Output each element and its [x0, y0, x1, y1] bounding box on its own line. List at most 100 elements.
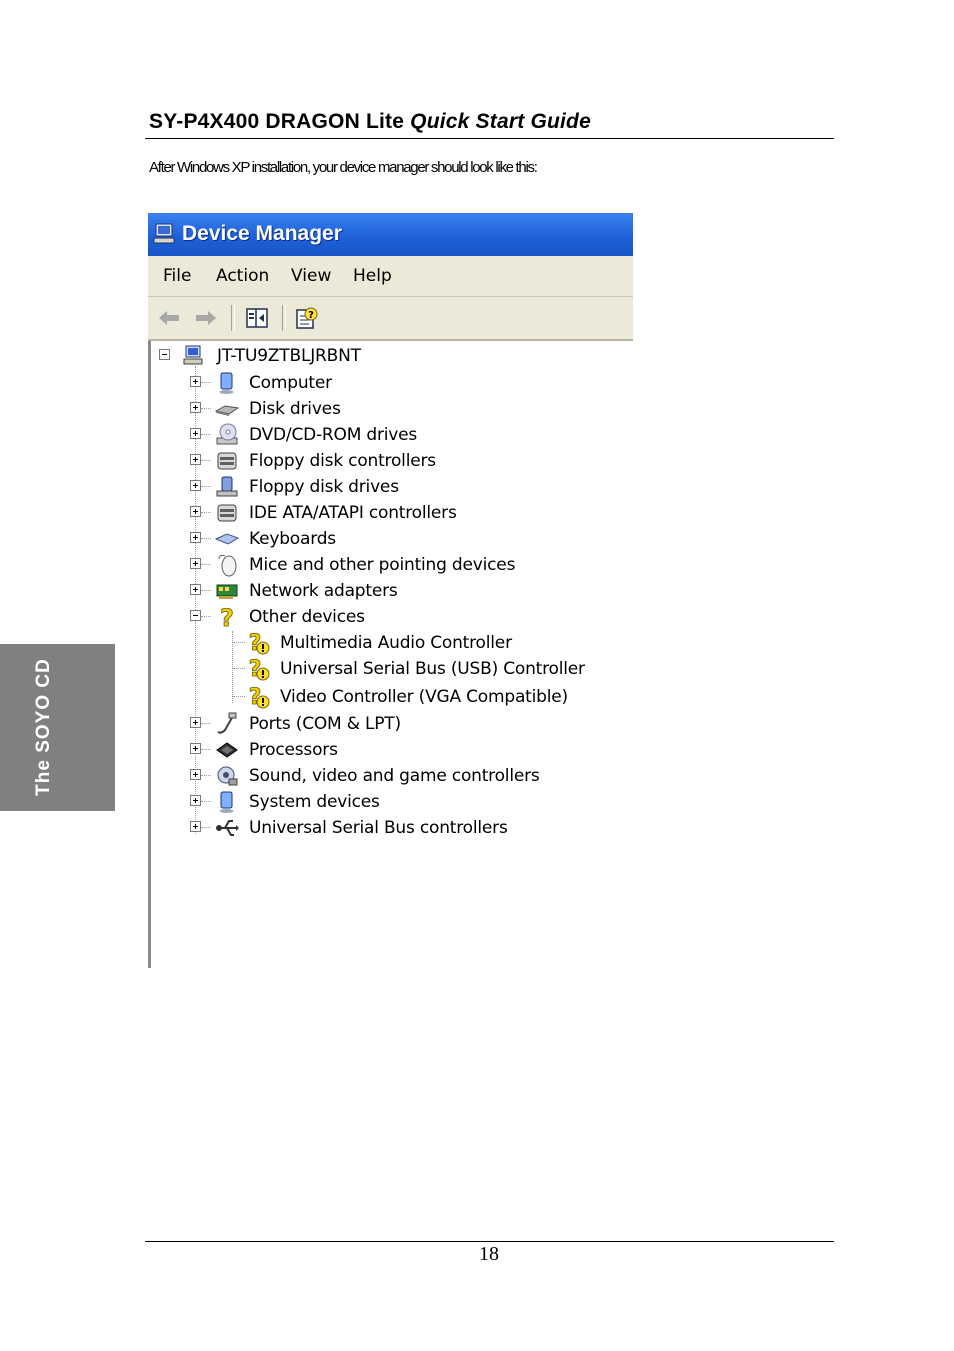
node-label: Ports (COM & LPT)	[249, 714, 401, 734]
expand-icon[interactable]	[190, 558, 201, 569]
expand-icon[interactable]	[190, 402, 201, 413]
expand-icon[interactable]	[190, 532, 201, 543]
menu-file[interactable]: File	[163, 266, 191, 286]
tree-line	[233, 696, 245, 697]
intro-text: After Windows XP installation, your devi…	[149, 159, 538, 176]
footer-divider	[145, 1241, 834, 1242]
expand-icon[interactable]	[190, 506, 201, 517]
node-label: Other devices	[249, 607, 365, 627]
menu-help[interactable]: Help	[353, 266, 392, 286]
tree-line	[201, 512, 211, 513]
expand-icon[interactable]	[190, 821, 201, 832]
port-icon	[217, 712, 237, 734]
header-title: SY-P4X400 DRAGON Lite Quick Start Guide	[149, 110, 591, 134]
toolbar-separator	[231, 305, 235, 331]
side-tab: The SOYO CD	[0, 644, 115, 811]
expand-icon[interactable]	[190, 769, 201, 780]
node-label: Disk drives	[249, 399, 341, 419]
node-label: DVD/CD-ROM drives	[249, 425, 418, 445]
node-label: Computer	[249, 373, 332, 393]
tree-line	[201, 408, 211, 409]
expand-icon[interactable]	[190, 376, 201, 387]
expand-icon[interactable]	[190, 428, 201, 439]
tree-line	[201, 749, 211, 750]
help-icon[interactable]: ?	[294, 305, 320, 331]
expand-icon[interactable]	[190, 584, 201, 595]
back-arrow-icon[interactable]	[156, 305, 182, 331]
question-warning-icon: ?	[248, 631, 270, 655]
cdrom-icon	[216, 423, 238, 445]
child-label: Video Controller (VGA Compatible)	[280, 687, 568, 707]
header-divider	[145, 138, 834, 139]
expand-icon[interactable]	[190, 717, 201, 728]
svg-text:?: ?	[308, 310, 314, 321]
system-icon	[219, 791, 234, 813]
page-number: 18	[479, 1243, 499, 1265]
window-title: Device Manager	[182, 222, 342, 245]
node-label: System devices	[249, 792, 380, 812]
menu-bar: File Action View Help	[148, 256, 633, 297]
properties-pane-icon[interactable]	[244, 305, 270, 331]
title-bar: Device Manager	[148, 213, 633, 256]
collapse-icon[interactable]	[159, 349, 170, 360]
expand-icon[interactable]	[190, 454, 201, 465]
floppy-drive-icon	[216, 476, 238, 497]
tree-line	[201, 460, 211, 461]
disk-drive-icon	[215, 405, 239, 416]
child-label: Universal Serial Bus (USB) Controller	[280, 659, 585, 679]
tree-line	[201, 723, 211, 724]
node-label: IDE ATA/ATAPI controllers	[249, 503, 457, 523]
node-label: Floppy disk drives	[249, 477, 399, 497]
toolbar: ?	[148, 297, 633, 341]
computer-root-icon	[183, 345, 203, 365]
expand-icon[interactable]	[190, 480, 201, 491]
product-name: SY-P4X400 DRAGON Lite	[149, 110, 405, 133]
device-manager-icon	[153, 223, 175, 244]
svg-text:?: ?	[220, 605, 234, 629]
forward-arrow-icon[interactable]	[193, 305, 219, 331]
tree-line	[201, 590, 211, 591]
node-label: Mice and other pointing devices	[249, 555, 516, 575]
root-label: JT-TU9ZTBLJRBNT	[217, 346, 361, 366]
tree-line	[201, 486, 211, 487]
expand-icon[interactable]	[190, 795, 201, 806]
computer-icon	[219, 372, 234, 394]
menu-action[interactable]: Action	[216, 266, 269, 286]
tree-line	[233, 668, 245, 669]
mouse-icon	[218, 554, 237, 577]
question-warning-icon: ?	[248, 657, 270, 681]
node-label: Universal Serial Bus controllers	[249, 818, 508, 838]
tree-line	[201, 564, 211, 565]
tree-line	[201, 382, 211, 383]
device-manager-window: Device Manager File Action View Help ? J…	[148, 213, 633, 968]
sound-icon	[217, 766, 238, 786]
question-warning-icon: ?	[248, 685, 270, 709]
tree-line	[201, 538, 211, 539]
tree-line	[201, 775, 211, 776]
menu-view[interactable]: View	[291, 266, 331, 286]
controller-icon	[217, 504, 237, 522]
node-label: Floppy disk controllers	[249, 451, 436, 471]
question-icon: ?	[220, 605, 235, 629]
child-label: Multimedia Audio Controller	[280, 633, 512, 653]
tree-line	[201, 801, 211, 802]
network-icon	[216, 584, 238, 599]
processor-icon	[216, 742, 238, 758]
tree-line	[201, 434, 211, 435]
toolbar-separator	[282, 305, 286, 331]
usb-icon	[216, 820, 239, 836]
device-tree: JT-TU9ZTBLJRBNT Computer Disk drives DVD…	[148, 341, 633, 968]
keyboard-icon	[215, 533, 239, 545]
expand-icon[interactable]	[190, 743, 201, 754]
tree-line	[201, 827, 211, 828]
tree-line	[201, 616, 211, 617]
node-label: Keyboards	[249, 529, 336, 549]
node-label: Network adapters	[249, 581, 398, 601]
collapse-icon[interactable]	[190, 610, 201, 621]
guide-name: Quick Start Guide	[410, 110, 591, 133]
node-label: Sound, video and game controllers	[249, 766, 540, 786]
side-tab-label: The SOYO CD	[33, 658, 54, 796]
tree-line	[233, 642, 245, 643]
controller-icon	[217, 452, 237, 470]
node-label: Processors	[249, 740, 338, 760]
